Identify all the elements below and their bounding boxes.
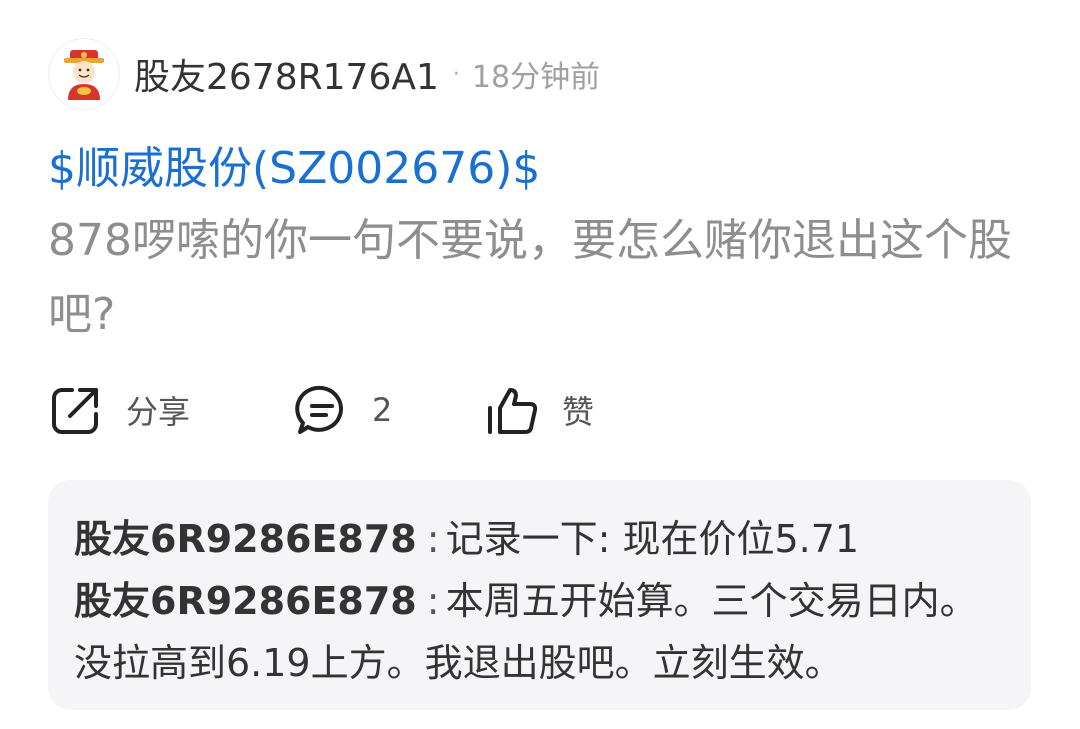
post-time: 18分钟前: [471, 60, 601, 95]
stock-link[interactable]: $顺威股份(SZ002676)$: [48, 132, 540, 196]
comment-icon: [295, 385, 343, 434]
post-body: 878啰嗦的你一句不要说，要怎么赌你退出这个股吧?: [48, 215, 1012, 340]
comment-separator: :: [426, 579, 440, 623]
post-header: 股友2678R176A1 · 18分钟前: [48, 38, 600, 110]
caishen-avatar-icon: [64, 50, 104, 100]
separator-dot: ·: [452, 61, 460, 87]
like-button[interactable]: 赞: [484, 380, 594, 440]
comment-text: 记录一下: 现在价位5.71: [445, 517, 860, 561]
share-icon: [52, 388, 98, 434]
comment-author[interactable]: 股友6R9286E878: [74, 579, 417, 623]
comment-separator: :: [426, 517, 440, 561]
like-label: 赞: [562, 393, 595, 431]
comments-preview[interactable]: 股友6R9286E878: 记录一下: 现在价位5.71 股友6R9286E878…: [48, 480, 1031, 710]
share-label: 分享: [126, 393, 191, 431]
share-button[interactable]: 分享: [48, 380, 190, 440]
comment-item[interactable]: 股友6R9286E878: 记录一下: 现在价位5.71: [74, 508, 1005, 570]
username[interactable]: 股友2678R176A1: [134, 48, 439, 100]
action-bar: 分享 2 赞: [48, 380, 748, 440]
comment-count: 2: [372, 391, 393, 429]
comment-button[interactable]: 2: [294, 380, 392, 440]
comment-author[interactable]: 股友6R9286E878: [74, 517, 417, 561]
comment-item[interactable]: 股友6R9286E878: 本周五开始算。三个交易日内。没拉高到6.19上方。我退…: [74, 570, 1004, 694]
avatar[interactable]: [48, 38, 120, 110]
thumbs-up-icon: [488, 388, 538, 434]
post-card: 股友2678R176A1 · 18分钟前 $顺威股份(SZ002676)$ 87…: [0, 0, 1080, 729]
